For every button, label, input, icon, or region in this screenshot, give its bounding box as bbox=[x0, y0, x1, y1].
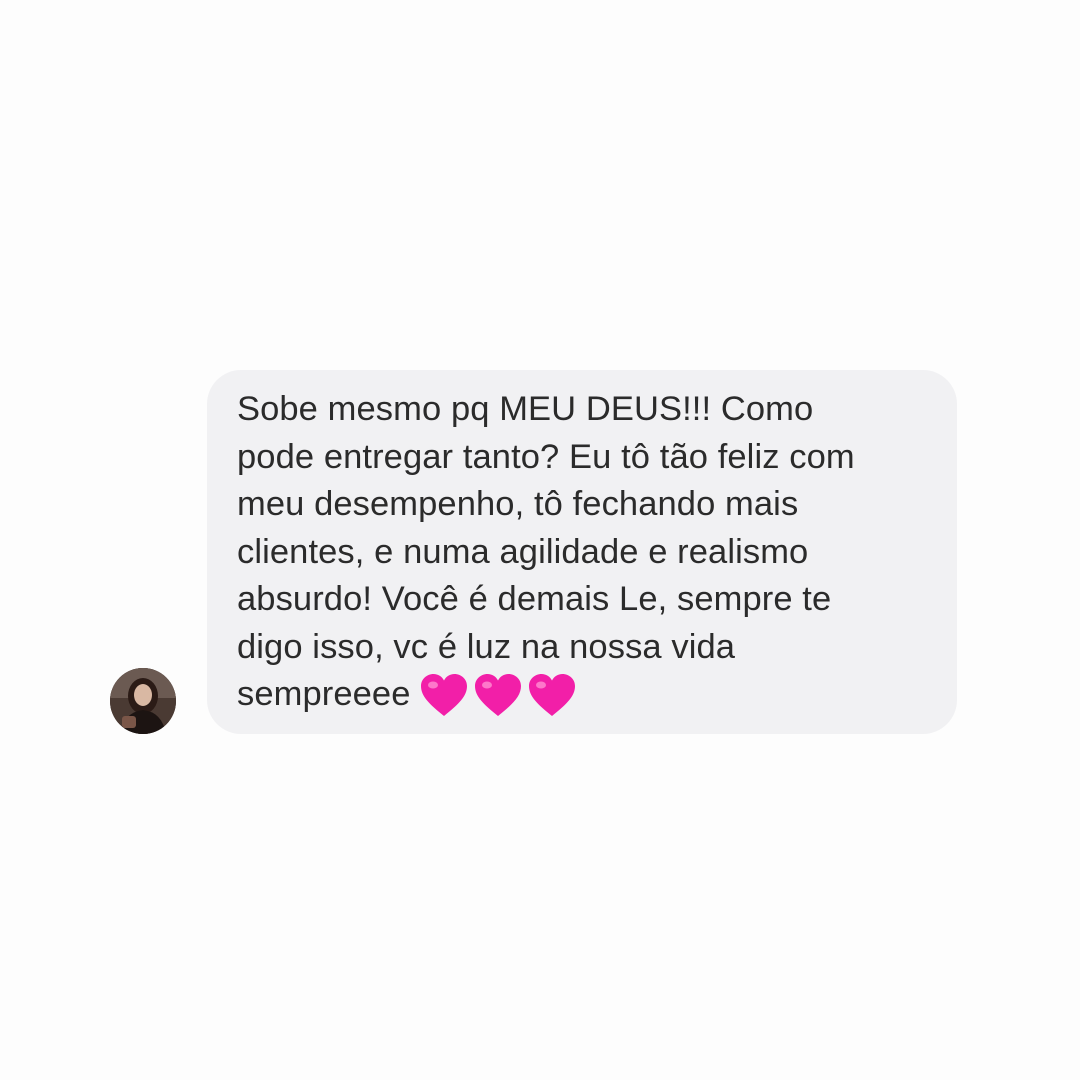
sender-avatar[interactable] bbox=[110, 668, 176, 734]
message-line: pode entregar tanto? Eu tô tão feliz com bbox=[237, 437, 855, 476]
message-line: absurdo! Você é demais Le, sempre te bbox=[237, 580, 832, 618]
pink-heart-icon bbox=[528, 673, 575, 716]
pink-heart-icon bbox=[474, 673, 521, 716]
heart-emoji-group bbox=[419, 672, 577, 718]
message-line: sempreeee bbox=[237, 675, 411, 713]
message-line: clientes, e numa agilidade e realismo bbox=[237, 532, 809, 571]
message-line: Sobe mesmo pq MEU DEUS!!! Como bbox=[237, 390, 814, 428]
message-last-line: sempreeee bbox=[237, 671, 927, 719]
message-bubble[interactable]: Sobe mesmo pq MEU DEUS!!! Como pode entr… bbox=[207, 370, 957, 734]
avatar-photo-icon bbox=[110, 668, 176, 734]
message-line: digo isso, vc é luz na nossa vida bbox=[237, 627, 736, 666]
pink-heart-icon bbox=[420, 673, 467, 716]
chat-screenshot: Sobe mesmo pq MEU DEUS!!! Como pode entr… bbox=[0, 0, 1080, 1080]
message-line: meu desempenho, tô fechando mais bbox=[237, 485, 799, 523]
